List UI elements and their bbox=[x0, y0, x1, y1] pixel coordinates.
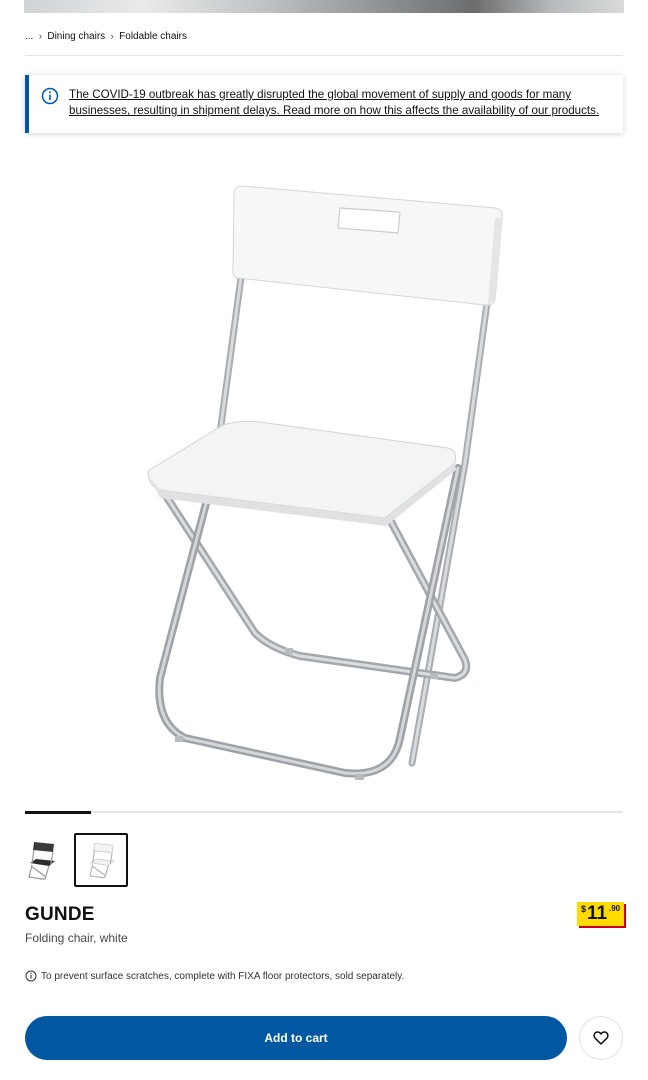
product-tip: To prevent surface scratches, complete w… bbox=[25, 970, 404, 982]
thumbnail-white-chair[interactable] bbox=[74, 833, 128, 887]
breadcrumb-dining-chairs[interactable]: Dining chairs bbox=[47, 31, 105, 42]
top-banner-image-strip bbox=[24, 0, 624, 13]
favorite-button[interactable] bbox=[579, 1016, 623, 1060]
price-currency: $ bbox=[581, 904, 587, 914]
breadcrumb: ... › Dining chairs › Foldable chairs bbox=[25, 28, 187, 44]
white-chair-thumbnail-icon bbox=[89, 842, 115, 879]
price-tag: $ 11 .90 bbox=[577, 902, 624, 926]
breadcrumb-ellipsis[interactable]: ... bbox=[25, 31, 33, 42]
product-description: Folding chair, white bbox=[25, 931, 128, 945]
black-chair-thumbnail-icon bbox=[28, 842, 55, 880]
thumbnail-black-chair[interactable] bbox=[18, 833, 72, 887]
product-image-white-chair[interactable] bbox=[130, 178, 520, 793]
add-to-cart-button[interactable]: Add to cart bbox=[25, 1016, 567, 1060]
info-icon bbox=[25, 970, 37, 982]
gallery-progress-fill bbox=[25, 810, 91, 814]
product-name: GUNDE bbox=[25, 904, 95, 925]
breadcrumb-foldable-chairs[interactable]: Foldable chairs bbox=[119, 31, 187, 42]
covid-notice: The COVID-19 outbreak has greatly disrup… bbox=[25, 75, 623, 133]
gallery-progress-bar bbox=[25, 810, 623, 814]
price-integer: 11 bbox=[587, 903, 608, 924]
tip-text: To prevent surface scratches, complete w… bbox=[41, 970, 405, 982]
divider bbox=[25, 55, 623, 56]
price-decimal: .90 bbox=[609, 904, 621, 913]
add-to-cart-label: Add to cart bbox=[264, 1031, 328, 1045]
chevron-right-icon: › bbox=[110, 31, 114, 41]
chevron-right-icon: › bbox=[38, 31, 42, 41]
heart-icon bbox=[593, 1031, 609, 1045]
notice-link[interactable]: The COVID-19 outbreak has greatly disrup… bbox=[69, 87, 614, 119]
info-icon bbox=[41, 87, 59, 105]
